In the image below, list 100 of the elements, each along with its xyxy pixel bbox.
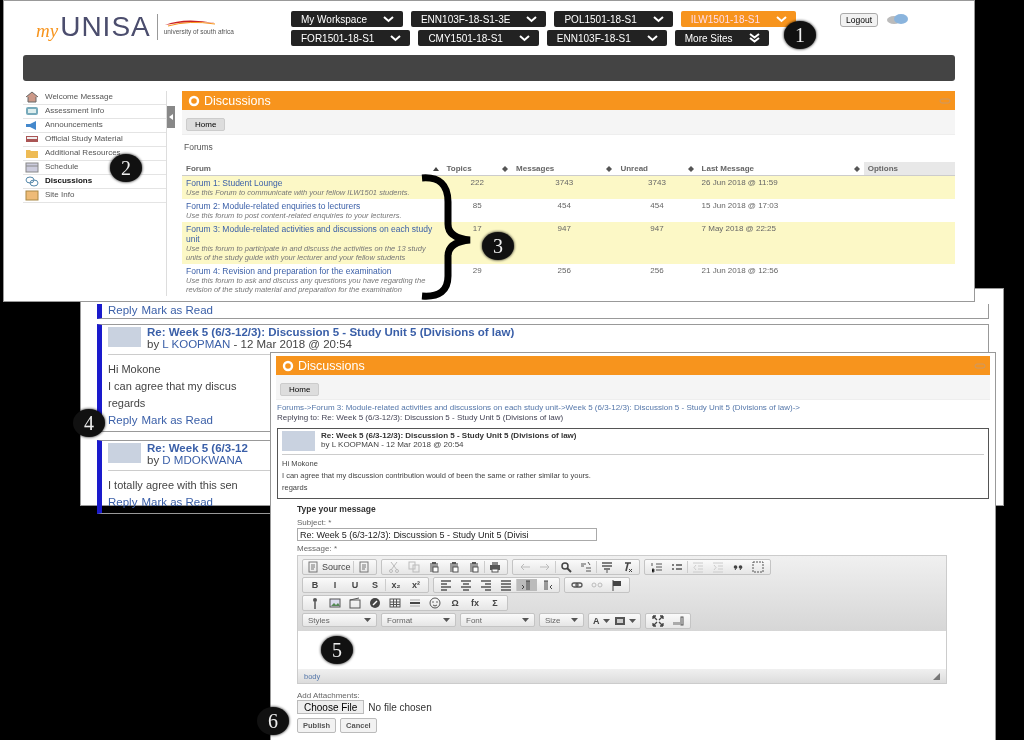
- column-header[interactable]: Messages: [512, 162, 617, 176]
- replace-icon: [579, 561, 592, 573]
- refresh-icon[interactable]: [282, 359, 294, 372]
- site-tab[interactable]: ENN103F-18-S1: [546, 30, 667, 46]
- site-tab[interactable]: More Sites: [674, 30, 769, 46]
- caret-icon: [522, 618, 529, 622]
- breadcrumb-separator: ->: [304, 403, 312, 412]
- site-tab[interactable]: POL1501-18-S1: [554, 11, 673, 27]
- sort-icon[interactable]: [853, 165, 860, 172]
- table-cell: 454: [512, 199, 617, 222]
- refresh-icon[interactable]: [188, 94, 200, 107]
- toolbar-button[interactable]: x²: [406, 579, 426, 591]
- logout-button[interactable]: Logout: [840, 13, 878, 27]
- choose-file-button[interactable]: Choose File: [297, 700, 365, 714]
- link-icon: [571, 579, 583, 591]
- home-button[interactable]: Home: [280, 383, 320, 396]
- breadcrumb-link[interactable]: Forums: [277, 403, 305, 412]
- sort-icon[interactable]: [502, 165, 509, 172]
- toolbar-button[interactable]: x₂: [386, 579, 406, 591]
- breadcrumb-link[interactable]: Week 5 (6/3-12/3): Discussion 5 - Study Unit 5 (Divisions of law): [565, 403, 793, 412]
- chat-icon: [25, 175, 39, 187]
- post-title: Re: Week 5 (6/3-12/3): Discussion 5 - Study Unit 5 (Divisions of law): [321, 431, 577, 440]
- resize-handle-icon[interactable]: [933, 672, 940, 680]
- sort-icon[interactable]: [687, 165, 694, 172]
- post-action-link[interactable]: Reply: [108, 496, 138, 508]
- breadcrumb-current: Replying to: Re: Week 5 (6/3-12/3): Discussion 5 - Study Unit 5 (Divisions of law): [277, 413, 565, 423]
- forum-link[interactable]: Forum 2: Module-related enquiries to lecturers: [186, 201, 439, 211]
- column-header[interactable]: Options: [863, 162, 955, 176]
- align-icon: [480, 579, 492, 591]
- search-icon: [559, 561, 572, 573]
- post-action-link[interactable]: Mark as Read: [141, 414, 213, 426]
- table-cell: 454: [616, 199, 698, 222]
- author-link[interactable]: L KOOPMAN: [162, 337, 231, 350]
- post-title: Re: Week 5 (6/3-12/3): Discussion 5 - Study Unit 5 (Divisions of law): [147, 327, 515, 339]
- post-byline: by D MDOKWANA: [147, 454, 243, 466]
- step-marker: 4: [73, 409, 105, 437]
- house-icon: [25, 91, 39, 103]
- avatar: [282, 431, 315, 451]
- post-action-link[interactable]: Reply: [108, 414, 138, 426]
- show-blocks-icon: [671, 615, 684, 627]
- avatar: [108, 443, 141, 463]
- tool-menu-item[interactable]: Assessment Info: [23, 105, 166, 119]
- collapse-handle[interactable]: [167, 106, 175, 128]
- editor-dropdown[interactable]: Size: [539, 613, 584, 627]
- flag-icon: [611, 579, 623, 591]
- step-marker: 6: [257, 707, 289, 735]
- site-tab[interactable]: CMY1501-18-S1: [418, 30, 539, 46]
- swoosh-logo-icon: [163, 19, 216, 27]
- tool-menu-item[interactable]: Welcome Message: [23, 91, 166, 105]
- sort-icon[interactable]: [606, 165, 613, 172]
- column-header[interactable]: Topics: [442, 162, 513, 176]
- source-button[interactable]: Source: [305, 561, 353, 573]
- toolbar-button[interactable]: B: [305, 579, 325, 591]
- tool-title: Discussions: [298, 358, 365, 373]
- user-cloud-icon[interactable]: [886, 13, 910, 25]
- maximize-icon: [651, 615, 664, 627]
- column-header[interactable]: Unread: [616, 162, 698, 176]
- site-tab[interactable]: My Workspace: [291, 11, 403, 27]
- editor-dropdown[interactable]: Format: [381, 613, 456, 627]
- chevron-icon: [776, 15, 787, 23]
- post-action-link[interactable]: Reply: [108, 304, 138, 316]
- subject-field[interactable]: Re: Week 5 (6/3-12/3): Discussion 5 - Study Unit 5 (Divisi: [297, 528, 597, 541]
- caret-icon: [364, 618, 371, 622]
- site-tab[interactable]: ENN103F-18-S1-3E: [410, 11, 547, 27]
- caret-icon: [571, 618, 578, 622]
- toolbar-button[interactable]: U: [345, 579, 365, 591]
- select-all-icon: [600, 561, 613, 573]
- forum-link[interactable]: Forum 4: Revision and preparation for the examination: [186, 266, 439, 276]
- column-header[interactable]: Forum: [182, 162, 443, 176]
- tool-menu-item[interactable]: Official Study Material: [23, 133, 166, 147]
- tool-menu-item[interactable]: Announcements: [23, 119, 166, 133]
- tool-menu-item[interactable]: Site Info: [23, 189, 166, 203]
- post-text: I can agree that my discus: [108, 380, 237, 392]
- author-link[interactable]: D MDOKWANA: [162, 453, 243, 466]
- breadcrumb-link[interactable]: Forum 3: Module-related activities and discussions on each study unit: [311, 403, 559, 412]
- smiley-icon: [429, 597, 441, 609]
- site-tab[interactable]: FOR1501-18-S1: [291, 30, 411, 46]
- logo-prefix: my: [36, 20, 59, 42]
- post-action-link[interactable]: Mark as Read: [141, 496, 213, 508]
- post-action-link[interactable]: Mark as Read: [141, 304, 213, 316]
- table-cell: 29: [442, 264, 513, 296]
- table-cell: 3743: [616, 175, 698, 199]
- table-icon: [389, 597, 401, 609]
- forum-link[interactable]: Forum 1: Student Lounge: [186, 178, 439, 188]
- forum-link[interactable]: Forum 3: Module-related activities and discussions on each study unit: [186, 224, 439, 244]
- monitor-icon: [25, 105, 39, 117]
- sort-ascending-icon[interactable]: [432, 166, 439, 171]
- toolbar-button[interactable]: Ω: [445, 597, 465, 609]
- column-header[interactable]: Last Message: [697, 162, 864, 176]
- editor-dropdown[interactable]: Font: [460, 613, 535, 627]
- div-block-icon: [751, 561, 764, 573]
- toolbar-button[interactable]: S: [365, 579, 385, 591]
- post-text: Hi Mokone: [108, 363, 161, 375]
- table-cell: 7 May 2018 @ 22:25: [697, 222, 864, 264]
- home-button[interactable]: Home: [186, 118, 226, 131]
- editor-dropdown[interactable]: Styles: [302, 613, 377, 627]
- toolbar-button[interactable]: I: [325, 579, 345, 591]
- text-color-button[interactable]: A: [591, 615, 612, 627]
- toolbar-button[interactable]: Σ: [485, 597, 505, 609]
- toolbar-button[interactable]: fx: [465, 597, 485, 609]
